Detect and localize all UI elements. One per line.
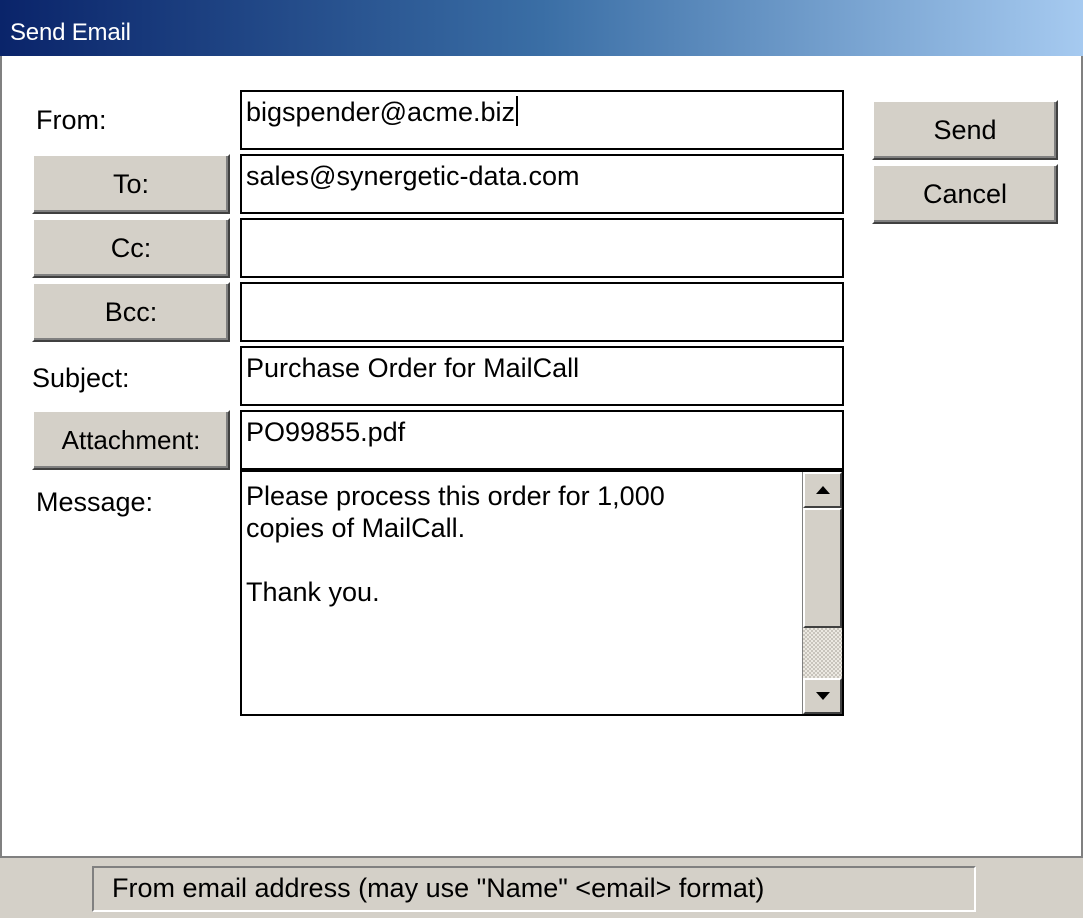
message-text: Please process this order for 1,000 copi… [246,481,665,607]
cc-button-label: Cc: [110,232,152,263]
send-button-label: Send [933,114,997,145]
title-bar[interactable]: Send Email [0,0,1083,56]
cc-button[interactable]: Cc: [32,218,230,278]
bcc-field[interactable] [240,282,844,342]
scroll-down-arrow-icon [815,692,830,700]
attachment-field[interactable]: PO99855.pdf [240,410,844,470]
from-label: From: [36,105,107,135]
message-scrollbar[interactable] [802,472,842,714]
status-text: From email address (may use "Name" <emai… [92,866,976,912]
attachment-button-label: Attachment: [61,424,201,455]
to-button[interactable]: To: [32,154,230,214]
cancel-button[interactable]: Cancel [872,164,1058,224]
send-button[interactable]: Send [872,100,1058,160]
subject-label: Subject: [32,363,130,393]
bcc-button-label: Bcc: [104,296,158,327]
from-field-text: bigspender@acme.biz [246,97,516,127]
to-field[interactable]: sales@synergetic-data.com [240,154,844,214]
message-label: Message: [36,487,154,517]
scroll-thumb[interactable] [803,508,842,628]
text-caret [516,96,519,126]
subject-field[interactable]: Purchase Order for MailCall [240,346,844,406]
message-textarea[interactable]: Please process this order for 1,000 copi… [240,470,844,716]
send-email-window: Send Email From: bigspender@acme.biz To:… [0,0,1083,918]
window-left-border [0,56,2,856]
cancel-button-label: Cancel [922,178,1008,209]
scroll-up-button[interactable] [803,472,842,508]
attachment-button[interactable]: Attachment: [32,410,230,470]
from-field[interactable]: bigspender@acme.biz [240,90,844,150]
to-button-label: To: [112,168,150,199]
scroll-down-button[interactable] [803,678,842,714]
bcc-button[interactable]: Bcc: [32,282,230,342]
cc-field[interactable] [240,218,844,278]
scroll-up-arrow-icon [815,486,830,494]
status-bar: From email address (may use "Name" <emai… [0,856,1083,918]
window-title: Send Email [10,19,131,46]
